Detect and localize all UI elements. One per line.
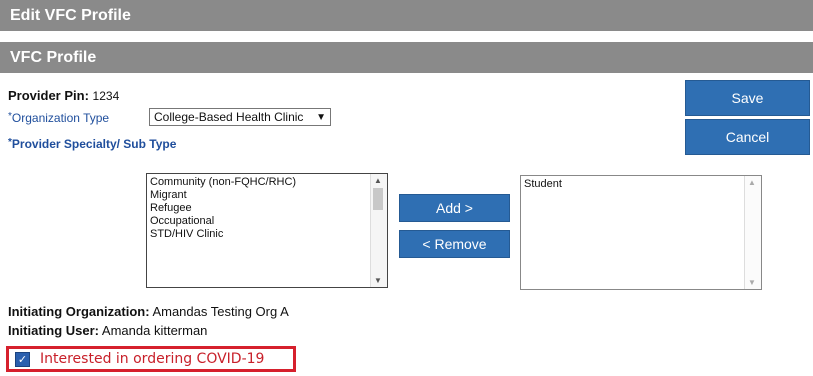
initiating-org-label: Initiating Organization: bbox=[8, 304, 150, 319]
list-item[interactable]: Occupational bbox=[147, 215, 387, 228]
provider-pin-row: Provider Pin: 1234 bbox=[8, 88, 119, 103]
page-header: Edit VFC Profile bbox=[0, 0, 813, 31]
list-item[interactable]: Student bbox=[521, 178, 761, 191]
org-type-label: Organization Type bbox=[11, 111, 110, 125]
list-item[interactable]: STD/HIV Clinic bbox=[147, 228, 387, 241]
scrollbar-thumb[interactable] bbox=[373, 188, 383, 210]
org-type-select[interactable]: College-Based Health Clinic ▼ bbox=[149, 108, 331, 126]
covid-interest-checkbox[interactable]: ✓ bbox=[15, 351, 30, 367]
specialty-label-row: *Provider Specialty/ Sub Type bbox=[8, 137, 176, 151]
org-type-label-row: *Organization Type bbox=[8, 111, 109, 125]
add-button[interactable]: Add > bbox=[399, 194, 510, 222]
org-type-value: College-Based Health Clinic bbox=[154, 110, 304, 124]
initiating-user-label: Initiating User: bbox=[8, 323, 100, 338]
initiating-user-row: Initiating User: Amanda kitterman bbox=[8, 323, 207, 338]
scroll-down-icon[interactable]: ▼ bbox=[748, 278, 756, 287]
scroll-up-icon[interactable]: ▲ bbox=[374, 176, 382, 185]
scroll-up-icon[interactable]: ▲ bbox=[748, 178, 756, 187]
chevron-down-icon: ▼ bbox=[316, 111, 326, 123]
page-title: Edit VFC Profile bbox=[10, 6, 131, 24]
scrollbar[interactable]: ▲ ▼ bbox=[744, 176, 761, 289]
section-header: VFC Profile bbox=[0, 42, 813, 73]
list-item[interactable]: Migrant bbox=[147, 189, 387, 202]
provider-pin-label: Provider Pin: bbox=[8, 88, 89, 103]
covid-interest-highlight: ✓ Interested in ordering COVID-19 bbox=[6, 346, 296, 372]
selected-specialty-list[interactable]: Student ▲ ▼ bbox=[520, 175, 762, 290]
covid-interest-label[interactable]: Interested in ordering COVID-19 bbox=[40, 351, 264, 367]
section-title: VFC Profile bbox=[10, 48, 97, 66]
save-button[interactable]: Save bbox=[685, 80, 810, 116]
specialty-label: Provider Specialty/ Sub Type bbox=[11, 137, 177, 151]
scroll-down-icon[interactable]: ▼ bbox=[374, 276, 382, 285]
list-item[interactable]: Refugee bbox=[147, 202, 387, 215]
initiating-org-value: Amandas Testing Org A bbox=[152, 304, 289, 319]
remove-button[interactable]: < Remove bbox=[399, 230, 510, 258]
initiating-user-value: Amanda kitterman bbox=[101, 323, 208, 338]
cancel-button[interactable]: Cancel bbox=[685, 119, 810, 155]
scrollbar[interactable]: ▲ ▼ bbox=[370, 174, 387, 287]
available-specialty-list[interactable]: Community (non-FQHC/RHC) Migrant Refugee… bbox=[146, 173, 388, 288]
provider-pin-value: 1234 bbox=[92, 89, 120, 103]
list-item[interactable]: Community (non-FQHC/RHC) bbox=[147, 176, 387, 189]
initiating-org-row: Initiating Organization: Amandas Testing… bbox=[8, 304, 289, 319]
